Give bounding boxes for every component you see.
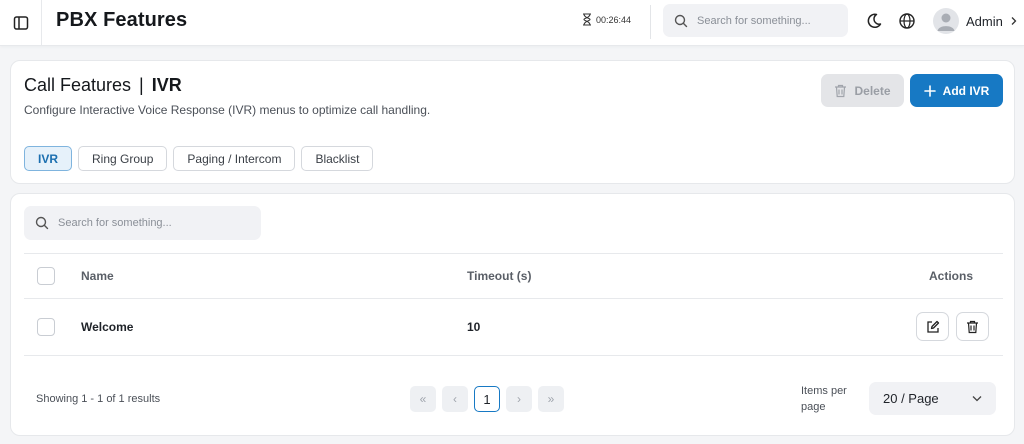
- pagination: « ‹ 1 › »: [410, 386, 564, 412]
- cell-name: Welcome: [81, 320, 134, 334]
- app-title: PBX Features: [56, 9, 188, 31]
- column-header-name[interactable]: Name: [81, 269, 114, 283]
- page-title: Call Features | IVR: [24, 75, 182, 96]
- language-button[interactable]: [896, 10, 918, 32]
- top-bar: PBX Features 00:26:44 Search for somethi…: [0, 0, 1024, 46]
- sidebar-toggle-button[interactable]: [0, 0, 42, 46]
- user-avatar-icon: [937, 13, 955, 31]
- delete-button[interactable]: Delete: [821, 74, 904, 107]
- table-search-input[interactable]: [58, 217, 198, 229]
- items-per-page-label: Items per page: [801, 385, 847, 413]
- edit-icon: [926, 320, 939, 333]
- tab-paging-intercom[interactable]: Paging / Intercom: [173, 146, 296, 171]
- column-header-timeout[interactable]: Timeout (s): [467, 269, 531, 283]
- breadcrumb-separator: |: [139, 75, 144, 95]
- row-checkbox[interactable]: [37, 318, 55, 336]
- last-page-button[interactable]: »: [538, 386, 564, 412]
- table-row: Welcome 10: [24, 300, 1003, 356]
- add-ivr-button-label: Add IVR: [942, 83, 990, 98]
- pagination-summary: Showing 1 - 1 of 1 results: [36, 393, 161, 405]
- table-header: Name Timeout (s) Actions: [24, 253, 1003, 299]
- moon-icon: [867, 13, 882, 29]
- chevron-down-icon: [972, 396, 982, 402]
- ivr-table-card: Name Timeout (s) Actions Welcome 10 Show…: [10, 193, 1015, 436]
- user-menu[interactable]: Admin: [933, 7, 1018, 35]
- column-header-actions: Actions: [928, 269, 973, 283]
- tab-blacklist[interactable]: Blacklist: [301, 146, 374, 171]
- delete-button-label: Delete: [854, 83, 891, 98]
- user-name: Admin: [966, 13, 1003, 29]
- breadcrumb-current: IVR: [151, 75, 182, 95]
- global-search-input[interactable]: [697, 14, 837, 27]
- avatar: [933, 8, 959, 34]
- search-icon: [674, 14, 688, 27]
- search-icon: [35, 216, 49, 230]
- global-search[interactable]: [663, 4, 848, 37]
- trash-icon: [967, 320, 978, 333]
- page-size-value: 20 / Page: [883, 391, 939, 406]
- header-divider: [650, 5, 651, 39]
- timer-value: 00:26:44: [596, 14, 632, 25]
- page-description: Configure Interactive Voice Response (IV…: [24, 103, 431, 117]
- breadcrumb-parent: Call Features: [24, 75, 132, 95]
- page-number-button[interactable]: 1: [474, 386, 500, 412]
- hourglass-icon: [583, 13, 591, 26]
- globe-icon: [899, 13, 915, 29]
- cell-timeout: 10: [467, 320, 481, 334]
- page-size-select[interactable]: 20 / Page: [869, 382, 996, 415]
- chevron-right-icon: [1011, 17, 1017, 25]
- select-all-checkbox[interactable]: [37, 267, 55, 285]
- plus-icon: [923, 84, 936, 97]
- sidebar-toggle-icon: [13, 16, 28, 30]
- trash-icon: [835, 84, 847, 97]
- table-search[interactable]: [24, 206, 261, 240]
- tab-ring-group[interactable]: Ring Group: [78, 146, 168, 171]
- first-page-button[interactable]: «: [410, 386, 436, 412]
- edit-row-button[interactable]: [916, 312, 949, 341]
- prev-page-button[interactable]: ‹: [442, 386, 468, 412]
- theme-toggle-button[interactable]: [863, 10, 885, 32]
- next-page-button[interactable]: ›: [506, 386, 532, 412]
- feature-tabs: IVR Ring Group Paging / Intercom Blackli…: [24, 146, 374, 171]
- session-timer: 00:26:44: [582, 13, 631, 26]
- tab-ivr[interactable]: IVR: [24, 146, 73, 171]
- delete-row-button[interactable]: [956, 312, 989, 341]
- add-ivr-button[interactable]: Add IVR: [910, 74, 1003, 107]
- page-header-card: Call Features | IVR Configure Interactiv…: [10, 60, 1015, 184]
